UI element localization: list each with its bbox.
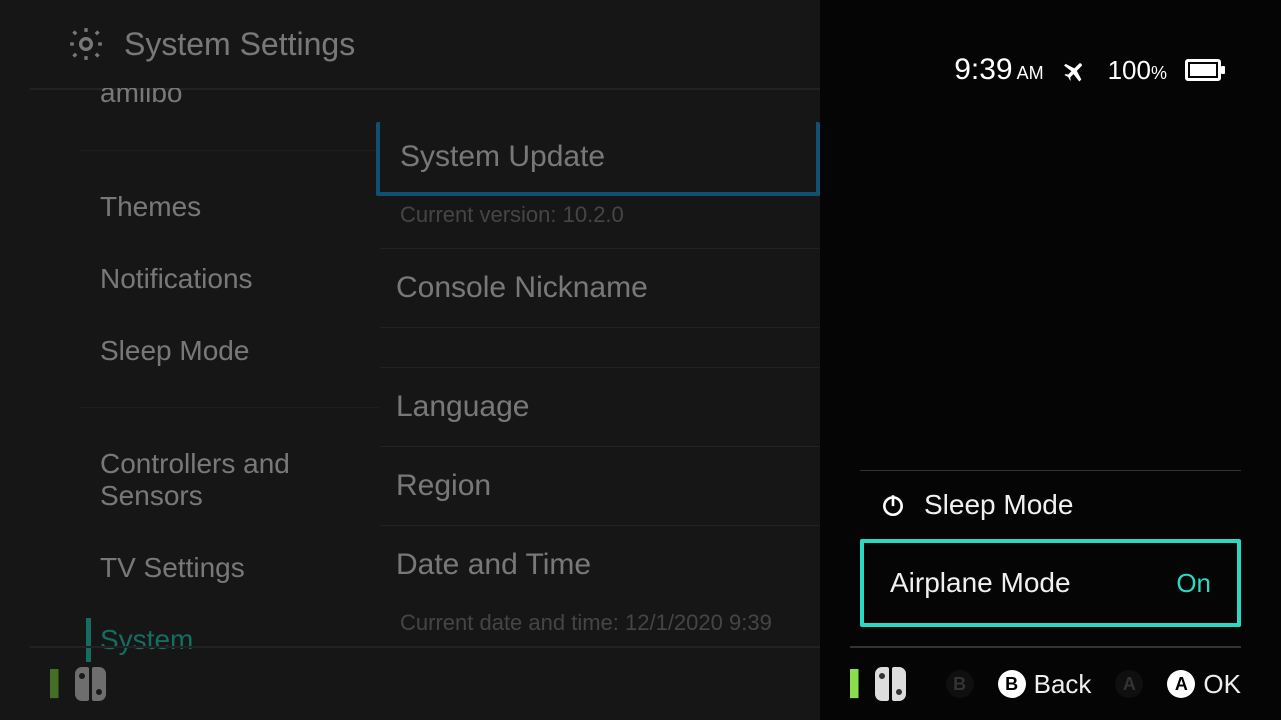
sidebar-item-notifications[interactable]: Notifications [0,243,380,315]
sidebar-item-controllers[interactable]: Controllers and Sensors [0,428,380,532]
sidebar-item-tv-settings[interactable]: TV Settings [0,532,380,604]
a-button-icon: A [1167,670,1195,698]
clock: 9:39AM [954,53,1043,87]
row-label: System Update [400,140,605,173]
a-button-icon: A [1115,670,1143,698]
airplane-icon [1062,56,1090,84]
quick-settings-panel: 9:39AM 100% Sleep Mode Airplane Mode On [820,0,1281,720]
controller-icon: ▌ [50,667,106,701]
sidebar-item-themes[interactable]: Themes [0,171,380,243]
b-button-hint[interactable]: B Back [998,669,1092,700]
battery-percent: 100% [1108,55,1167,86]
b-button-icon: B [998,670,1026,698]
sidebar-item-amiibo[interactable]: amiibo [0,88,380,130]
controller-icon: ▌ [850,667,906,701]
b-button-hint-dim: B [946,670,974,698]
settings-content: System Update Current version: 10.2.0 Co… [380,88,820,720]
footer-left: ▌ [30,646,820,720]
quick-airplane-value: On [1176,568,1211,599]
row-console-nickname[interactable]: Console Nickname [380,248,820,327]
row-system-update[interactable]: System Update [376,122,820,196]
quick-airplane-mode[interactable]: Airplane Mode On [860,539,1241,627]
header: System Settings [0,0,820,88]
battery-icon [1185,59,1221,81]
footer-right: ▌ B B Back A A OK [850,646,1241,720]
system-update-version: Current version: 10.2.0 [380,196,820,248]
back-label: Back [1034,669,1092,700]
row-region[interactable]: Region [380,446,820,525]
quick-sleep-mode[interactable]: Sleep Mode [860,471,1241,539]
status-bar: 9:39AM 100% [820,0,1281,100]
page-title: System Settings [124,26,355,63]
a-button-hint[interactable]: A OK [1167,669,1241,700]
power-icon [880,492,906,518]
row-date-time[interactable]: Date and Time [380,525,820,604]
b-button-icon: B [946,670,974,698]
ok-label: OK [1203,669,1241,700]
quick-sleep-label: Sleep Mode [924,489,1073,521]
gear-icon [66,24,106,64]
quick-airplane-label: Airplane Mode [890,567,1071,599]
settings-background: System Settings amiibo Themes Notificati… [0,0,820,720]
sidebar-item-sleep-mode[interactable]: Sleep Mode [0,315,380,387]
row-language[interactable]: Language [380,367,820,446]
a-button-hint-dim: A [1115,670,1143,698]
sidebar: amiibo Themes Notifications Sleep Mode C… [0,88,380,720]
